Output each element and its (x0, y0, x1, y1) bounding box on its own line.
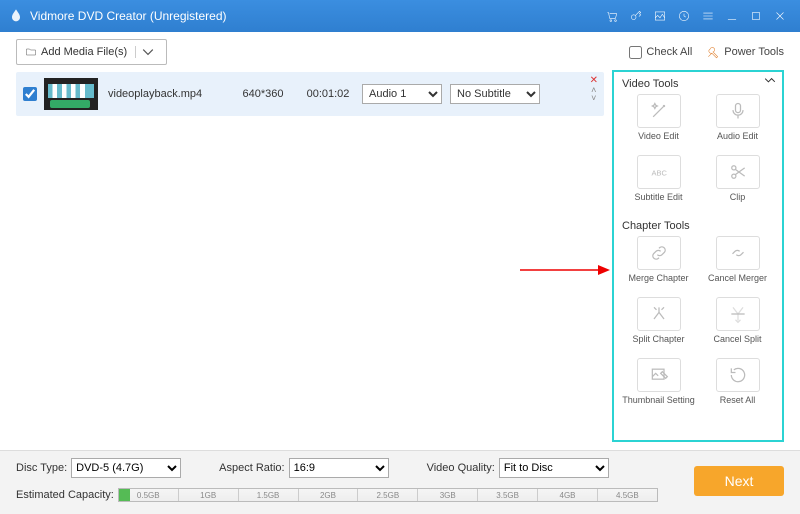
power-tools-label: Power Tools (724, 46, 784, 58)
video-tools-heading: Video Tools (622, 78, 774, 90)
reset-all-tool[interactable]: Reset All (701, 358, 774, 417)
abc-icon: ABC (649, 162, 669, 182)
capacity-bar: 0.5GB1GB1.5GB2GB2.5GB3GB3.5GB4GB4.5GB (118, 488, 658, 502)
merge-icon (728, 304, 748, 324)
link-icon (649, 243, 669, 263)
capacity-tick: 2.5GB (358, 489, 418, 501)
thumbnail-setting-tool[interactable]: Thumbnail Setting (622, 358, 695, 417)
video-quality-label: Video Quality: (427, 462, 495, 474)
unlink-icon (728, 243, 748, 263)
capacity-ticks: 0.5GB1GB1.5GB2GB2.5GB3GB3.5GB4GB4.5GB (119, 489, 657, 501)
subtitle-select[interactable]: No Subtitle (450, 84, 540, 104)
file-resolution: 640*360 (228, 88, 298, 100)
split-chapter-tool[interactable]: Split Chapter (622, 297, 695, 356)
video-edit-tool[interactable]: Video Edit (622, 94, 695, 153)
tool-label: Merge Chapter (628, 273, 688, 295)
capacity-tick: 2GB (299, 489, 359, 501)
folder-icon (25, 46, 37, 58)
app-title: Vidmore DVD Creator (Unregistered) (30, 9, 227, 23)
tool-label: Audio Edit (717, 131, 758, 153)
titlebar: Vidmore DVD Creator (Unregistered) (0, 0, 800, 32)
tool-label: Thumbnail Setting (622, 395, 695, 417)
clip-tool[interactable]: Clip (701, 155, 774, 214)
tool-label: Subtitle Edit (634, 192, 682, 214)
reset-icon (728, 365, 748, 385)
wand-icon (649, 101, 669, 121)
svg-text:ABC: ABC (651, 168, 667, 177)
bottom-bar: Disc Type: DVD-5 (4.7G) Aspect Ratio: 16… (0, 450, 800, 514)
tool-label: Split Chapter (632, 334, 684, 356)
menu-icon[interactable] (698, 6, 718, 26)
cancel-split-tool[interactable]: Cancel Split (701, 297, 774, 356)
audio-select[interactable]: Audio 1 (362, 84, 442, 104)
power-tools-button[interactable]: Power Tools (706, 45, 784, 59)
capacity-tick: 0.5GB (119, 489, 179, 501)
toolbar: Add Media File(s) Check All Power Tools (0, 32, 800, 68)
video-quality-select[interactable]: Fit to Disc (499, 458, 609, 478)
tool-label: Cancel Split (713, 334, 761, 356)
key-icon[interactable] (626, 6, 646, 26)
subtitle-edit-tool[interactable]: ABC Subtitle Edit (622, 155, 695, 214)
image-edit-icon (649, 365, 669, 385)
next-button[interactable]: Next (694, 466, 784, 496)
scissors-icon (728, 162, 748, 182)
row-checkbox[interactable] (23, 87, 37, 101)
capacity-tick: 4.5GB (598, 489, 657, 501)
chevron-down-icon (135, 46, 158, 58)
check-all-label: Check All (646, 46, 692, 58)
add-media-label: Add Media File(s) (41, 46, 127, 58)
capacity-tick: 3.5GB (478, 489, 538, 501)
disc-type-select[interactable]: DVD-5 (4.7G) (71, 458, 181, 478)
move-down-icon[interactable]: ˅ (591, 94, 596, 102)
maximize-icon[interactable] (746, 6, 766, 26)
app-logo-icon (8, 8, 24, 24)
history-icon[interactable] (674, 6, 694, 26)
capacity-tick: 3GB (418, 489, 478, 501)
tool-label: Cancel Merger (708, 273, 767, 295)
audio-edit-tool[interactable]: Audio Edit (701, 94, 774, 153)
minimize-icon[interactable] (722, 6, 742, 26)
image-icon[interactable] (650, 6, 670, 26)
tools-icon (706, 45, 720, 59)
chapter-tools-heading: Chapter Tools (622, 220, 774, 232)
tool-label: Reset All (720, 395, 756, 417)
file-row[interactable]: videoplayback.mp4 640*360 00:01:02 Audio… (16, 72, 604, 116)
mic-icon (728, 101, 748, 121)
tools-panel: Video Tools Video Edit Audio Edit ABC Sub… (612, 70, 784, 442)
annotation-arrow (520, 264, 610, 276)
capacity-tick: 1GB (179, 489, 239, 501)
tool-label: Clip (730, 192, 746, 214)
split-icon (649, 304, 669, 324)
aspect-ratio-label: Aspect Ratio: (219, 462, 284, 474)
capacity-tick: 1.5GB (239, 489, 299, 501)
file-duration: 00:01:02 (298, 88, 358, 100)
capacity-label: Estimated Capacity: (16, 489, 114, 501)
file-name: videoplayback.mp4 (108, 88, 228, 100)
check-all-checkbox[interactable] (629, 46, 642, 59)
merge-chapter-tool[interactable]: Merge Chapter (622, 236, 695, 295)
capacity-tick: 4GB (538, 489, 598, 501)
close-icon[interactable] (770, 6, 790, 26)
cancel-merger-tool[interactable]: Cancel Merger (701, 236, 774, 295)
collapse-panel-icon[interactable] (762, 76, 778, 86)
tool-label: Video Edit (638, 131, 679, 153)
file-list: videoplayback.mp4 640*360 00:01:02 Audio… (0, 68, 612, 448)
aspect-ratio-select[interactable]: 16:9 (289, 458, 389, 478)
cart-icon[interactable] (602, 6, 622, 26)
check-all-control[interactable]: Check All (629, 46, 692, 59)
disc-type-label: Disc Type: (16, 462, 67, 474)
add-media-button[interactable]: Add Media File(s) (16, 39, 167, 65)
video-thumbnail[interactable] (44, 78, 98, 110)
